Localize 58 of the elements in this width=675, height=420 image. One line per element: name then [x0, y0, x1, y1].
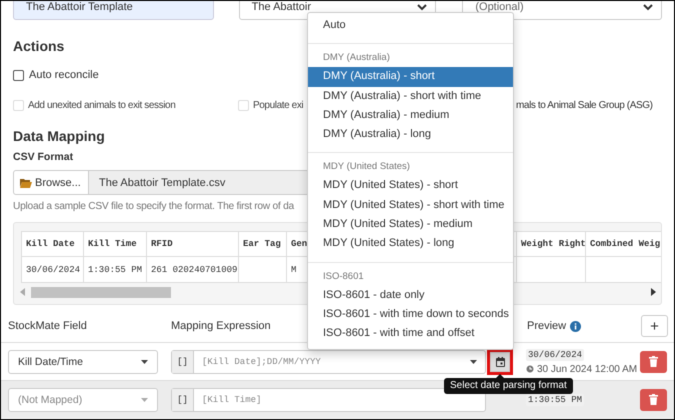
scrollbar-thumb[interactable]: [31, 287, 171, 298]
delete-button[interactable]: [640, 350, 667, 372]
expression-field[interactable]: [] [Kill Time]: [171, 388, 486, 412]
preview-value: 30/06/2024: [526, 348, 584, 360]
menu-item[interactable]: DMY (Australia) - medium: [308, 106, 513, 126]
menu-item[interactable]: ISO-8601 - with time and offset: [308, 324, 513, 344]
table-cell: 261 020240701009: [146, 256, 238, 282]
chevron-icon: [643, 4, 653, 11]
section-heading: Data Mapping: [13, 127, 105, 146]
column-header: Kill Time: [84, 232, 146, 256]
clock-icon: [526, 365, 534, 373]
table-cell: 30/06/2024: [22, 256, 84, 282]
caret-icon: [470, 360, 477, 364]
menu-item[interactable]: MDY (United States) - short with time: [308, 196, 513, 216]
folder-icon: [20, 178, 32, 188]
column-header: Kill Date: [22, 232, 84, 256]
menu-group-header: DMY (Australia): [322, 51, 391, 66]
checkbox-label: Auto reconcile: [29, 69, 99, 81]
section-heading: Actions: [13, 37, 64, 56]
menu-item[interactable]: ISO-8601 - with time down to seconds: [308, 304, 513, 324]
calendar-icon: [496, 356, 504, 366]
menu-item[interactable]: MDY (United States) - long: [308, 234, 513, 254]
column-header: Combined Weig: [586, 232, 661, 256]
add-button[interactable]: +: [641, 315, 668, 337]
menu-item[interactable]: ISO-8601 - date only: [308, 286, 513, 305]
field-select[interactable]: (Not Mapped): [8, 388, 158, 412]
field-label: CSV Format: [13, 150, 74, 165]
menu-group-header: ISO-8601: [322, 270, 365, 284]
menu-item[interactable]: DMY (Australia) - long: [308, 125, 513, 144]
table-cell: 1:30:55 PM: [84, 256, 146, 282]
info-icon[interactable]: [570, 320, 582, 332]
checkbox-label: mals to Animal Sale Group (ASG): [516, 100, 653, 110]
checkbox-label: Add unexited animals to exit session: [28, 100, 176, 110]
caret-icon: [141, 360, 148, 364]
browse-button[interactable]: Browse...: [13, 170, 89, 195]
chevron-icon: [417, 4, 428, 11]
delete-button[interactable]: [640, 388, 667, 410]
checkbox[interactable]: [13, 70, 24, 80]
scroll-right-icon[interactable]: [651, 288, 656, 296]
menu-item[interactable]: DMY (Australia) - short: [308, 67, 513, 87]
column-header: Preview: [527, 320, 566, 332]
menu-item[interactable]: MDY (United States) - medium: [308, 215, 513, 234]
preview-value: 1:30:55 PM: [526, 394, 584, 406]
menu-item[interactable]: DMY (Australia) - short with time: [308, 86, 513, 106]
trash-icon: [649, 356, 658, 367]
template-name-field[interactable]: The Abattoir Template: [13, 1, 214, 20]
parsed-date: 30 Jun 2024 12:00 AM: [537, 364, 638, 374]
column-header: Mapping Expression: [171, 320, 271, 332]
field-select[interactable]: Kill Date/Time: [8, 350, 158, 374]
trash-icon: [649, 394, 658, 405]
expression-field[interactable]: [] [Kill Date];DD/MM/YYYY: [171, 350, 486, 374]
caret-icon: [141, 398, 148, 402]
help-text: Upload a sample CSV file to specify the format. The first row of da: [13, 200, 294, 214]
column-header: RFID: [146, 232, 238, 256]
column-header: Ear Tag: [238, 232, 286, 256]
column-header: StockMate Field: [8, 320, 87, 332]
scroll-left-icon[interactable]: [20, 288, 25, 296]
checkbox-label: Populate exi: [253, 100, 304, 110]
